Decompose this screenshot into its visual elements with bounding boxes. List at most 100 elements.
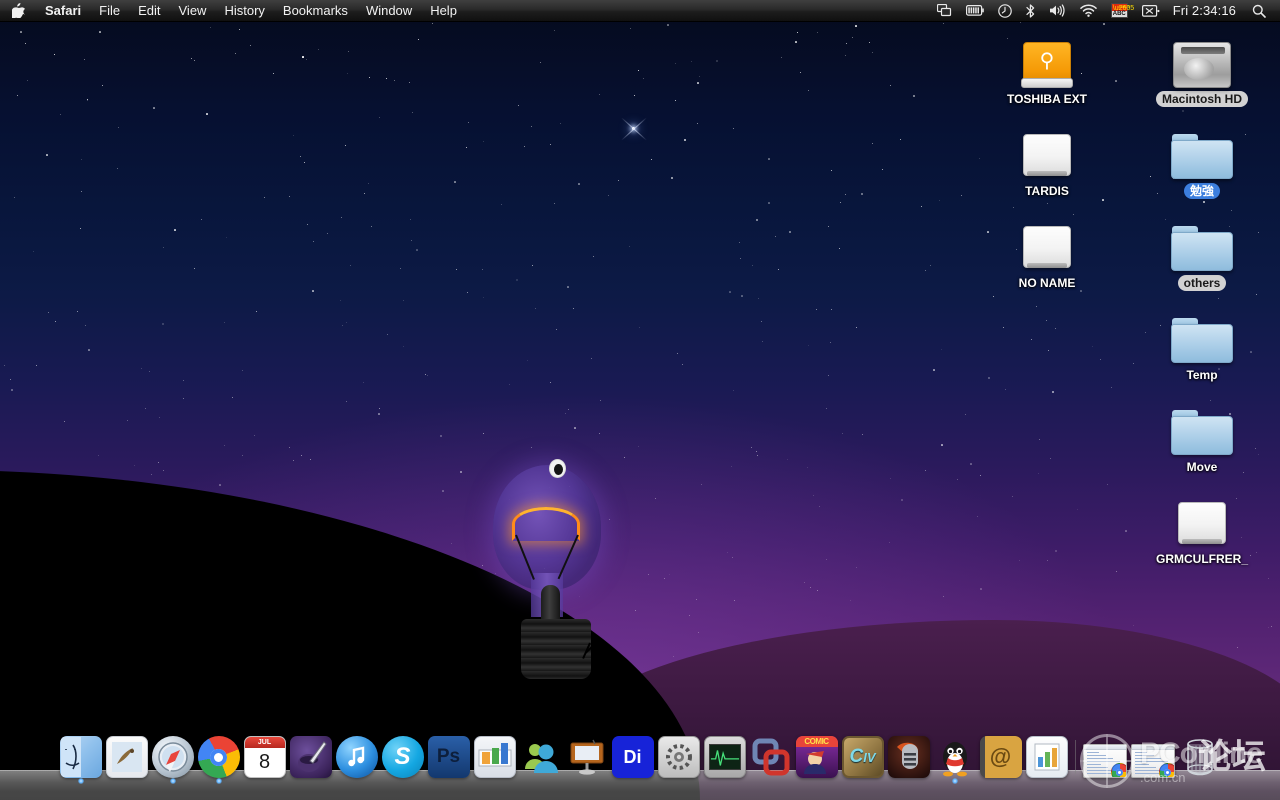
menu-item-file[interactable]: File (90, 0, 129, 22)
running-indicator (77, 778, 84, 784)
screen-sharing-icon[interactable] (930, 0, 959, 22)
folder-icon (1171, 132, 1233, 180)
desktop-icon-image (1143, 394, 1261, 456)
desktop-icon-no-name[interactable]: NO NAME (988, 210, 1106, 292)
display-eject-icon[interactable] (1135, 0, 1167, 22)
desktop-icon-toshiba-ext[interactable]: ⚲ TOSHIBA EXT (988, 26, 1106, 108)
dock-app-comic-reader[interactable]: COMIC (794, 732, 839, 778)
bluetooth-icon[interactable] (1019, 0, 1042, 22)
lightbulb-filament (512, 507, 580, 541)
menu-item-window[interactable]: Window (357, 0, 421, 22)
dock-app-skype[interactable]: S (380, 732, 425, 778)
lightbulb-screw-base (521, 619, 591, 679)
dock-app-keynote[interactable] (564, 732, 609, 778)
star-flare (632, 127, 635, 130)
chinese-flag-icon: \u2605 \u2605 ABC (1110, 3, 1135, 18)
dock-app-photoshop[interactable]: Ps (426, 732, 471, 778)
desktop-icon-temp-folder[interactable]: Temp (1143, 302, 1261, 384)
running-indicator (169, 778, 176, 784)
external-drive-icon (1019, 132, 1075, 180)
dock-app-mail[interactable] (104, 732, 149, 778)
desktop-icon-image (1143, 210, 1261, 272)
desktop-icon-label: Move (1186, 460, 1218, 474)
minimized-window-thumbnail (1082, 744, 1127, 778)
desktop-icon-macintosh-hd[interactable]: Macintosh HD (1143, 26, 1261, 108)
folder-icon (1171, 408, 1233, 456)
dock-app-system-preferences[interactable] (656, 732, 701, 778)
menu-item-history[interactable]: History (215, 0, 273, 22)
dock-app-dreamweaver[interactable]: Di (610, 732, 655, 778)
dock: JUL 8 S Ps Di COMIC C IV @ (0, 730, 1280, 800)
trash-icon (1179, 736, 1221, 778)
dock-app-fontbook[interactable] (288, 732, 333, 778)
menu-bar-clock[interactable]: Fri 2:34:16 (1167, 3, 1245, 18)
desktop-icon-label: Macintosh HD (1155, 91, 1248, 107)
dock-app-ical[interactable]: JUL 8 (242, 732, 287, 778)
dock-app-qq[interactable] (932, 732, 977, 784)
desktop-icon-label: TARDIS (1025, 184, 1069, 198)
desktop-icon-tardis[interactable]: TARDIS (988, 118, 1106, 200)
dock-app-microsoft-excel[interactable] (472, 732, 517, 778)
menu-item-edit[interactable]: Edit (129, 0, 169, 22)
menu-bar-left: Safari File Edit View History Bookmarks … (0, 0, 466, 21)
apple-logo-icon[interactable] (0, 3, 36, 18)
dock-app-civilization-iv[interactable]: C IV (840, 732, 885, 778)
menu-bar: Safari File Edit View History Bookmarks … (0, 0, 1280, 22)
dock-app-address-book[interactable]: @ (978, 732, 1023, 778)
desktop-icon-label: 勉強 (1183, 183, 1220, 199)
desktop-icon-image (1143, 486, 1261, 548)
time-machine-icon[interactable] (991, 0, 1019, 22)
minimized-window-thumbnail (1130, 744, 1175, 778)
menu-item-help[interactable]: Help (421, 0, 466, 22)
input-method-icon[interactable]: \u2605 \u2605 ABC (1104, 0, 1135, 22)
external-drive-icon (1174, 500, 1230, 548)
chrome-badge-icon (1158, 763, 1174, 777)
dock-app-knight-game[interactable] (886, 732, 931, 778)
desktop-icon-label: Temp (1186, 368, 1218, 382)
dock-app-finder[interactable] (58, 732, 103, 784)
search-icon[interactable] (1245, 0, 1273, 22)
menu-item-bookmarks[interactable]: Bookmarks (274, 0, 357, 22)
desktop-icon-move-folder[interactable]: Move (1143, 394, 1261, 476)
desktop-icon-grmculfrer-drive[interactable]: GRMCULFRER_ (1143, 486, 1261, 568)
desktop-screen: Safari File Edit View History Bookmarks … (0, 0, 1280, 800)
desktop-icon-label: others (1177, 275, 1227, 291)
desktop-icon-benkyou-folder[interactable]: 勉強 (1143, 118, 1261, 200)
desktop-icon-image (1143, 118, 1261, 180)
dock-items: JUL 8 S Ps Di COMIC C IV @ (0, 730, 1280, 784)
lightbulb-character (485, 455, 615, 679)
desktop-icon-label: TOSHIBA EXT (1006, 92, 1087, 106)
dock-app-itunes[interactable] (334, 732, 379, 778)
desktop-icon-image (1143, 26, 1261, 88)
chrome-badge-icon (1110, 763, 1126, 777)
menu-item-safari[interactable]: Safari (36, 0, 90, 22)
menu-bar-status-area: \u2605 \u2605 ABC Fri 2:34:16 (930, 0, 1280, 21)
dock-app-google-chrome[interactable] (196, 732, 241, 784)
desktop-icon-image (988, 210, 1106, 272)
menu-item-view[interactable]: View (170, 0, 216, 22)
dock-app-activity-monitor[interactable] (702, 732, 747, 778)
dock-minimized-chrome-window-1[interactable] (1081, 732, 1128, 778)
dock-minimized-chrome-window-2[interactable] (1129, 732, 1176, 778)
desktop-icon-label: GRMCULFRER_ (1156, 552, 1248, 566)
dock-app-safari[interactable] (150, 732, 195, 784)
desktop-icon-image (1143, 302, 1261, 364)
dock-app-vmware-fusion[interactable] (748, 732, 793, 778)
dock-trash[interactable] (1177, 732, 1222, 778)
desktop-icon-image (988, 118, 1106, 180)
hard-disk-icon (1173, 42, 1231, 88)
battery-icon[interactable] (959, 0, 991, 22)
usb-drive-icon: ⚲ (1019, 40, 1075, 88)
folder-icon (1171, 316, 1233, 364)
dock-app-numbers-document[interactable] (1024, 732, 1069, 778)
folder-icon (1171, 224, 1233, 272)
desktop-icon-others-folder[interactable]: others (1143, 210, 1261, 292)
volume-icon[interactable] (1042, 0, 1073, 22)
dock-app-microsoft-messenger[interactable] (518, 732, 563, 778)
running-indicator (215, 778, 222, 784)
desktop-icon-image: ⚲ (988, 26, 1106, 88)
lightbulb-eye-icon (549, 459, 566, 478)
wifi-icon[interactable] (1073, 0, 1104, 22)
external-drive-icon (1019, 224, 1075, 272)
desktop-icon-label: NO NAME (1018, 276, 1076, 290)
